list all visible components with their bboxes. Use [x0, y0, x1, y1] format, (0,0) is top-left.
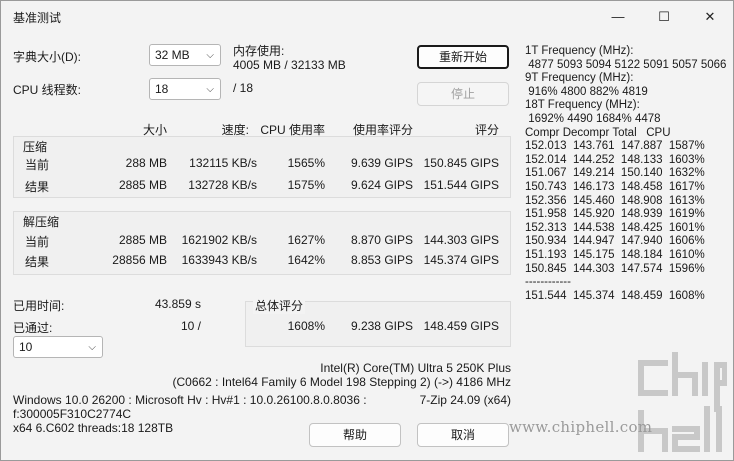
decompress-result-label: 结果 — [25, 255, 50, 269]
frequency-line: Compr Decompr Total CPU — [525, 126, 671, 139]
memory-usage-label: 内存使用: — [233, 44, 285, 58]
frequency-line: 151.067 149.214 150.140 1632% — [525, 167, 705, 180]
frequency-line: 152.013 143.761 147.887 1587% — [525, 140, 705, 153]
cpu-threads-label: CPU 线程数: — [13, 83, 82, 97]
compress-title: 压缩 — [23, 140, 48, 154]
frequency-line: 151.958 145.920 148.939 1619% — [525, 208, 705, 221]
frequency-line: 150.934 144.947 147.940 1606% — [525, 235, 705, 248]
minimize-icon: — — [611, 9, 625, 24]
decompress-result-size: 28856 MB — [112, 253, 167, 267]
decompress-current-usage: 8.870 GIPS — [350, 233, 413, 247]
frequency-line: 9T Frequency (MHz): — [525, 72, 634, 85]
total-usage: 9.238 GIPS — [350, 319, 413, 333]
decompress-current-cpu: 1627% — [287, 233, 325, 247]
chevron-down-icon: ⌵ — [206, 84, 214, 95]
total-cpu: 1608% — [287, 319, 325, 333]
frequency-line: 4877 5093 5094 5122 5091 5057 5066 — [525, 58, 727, 71]
frequency-line: ------------ — [525, 276, 571, 289]
benchmark-window: 基准测试 — ☐ ✕ 字典大小(D): 32 MB ⌵ 内存使用: 4005 M… — [0, 0, 734, 461]
decompress-title: 解压缩 — [23, 215, 60, 229]
compress-current-speed: 132115 KB/s — [189, 156, 257, 170]
decompress-current-rating: 144.303 GIPS — [423, 233, 499, 247]
decompress-result-cpu: 1642% — [287, 253, 325, 267]
compress-current-label: 当前 — [25, 158, 50, 172]
sysinfo-line-3: x64 6.C602 threads:18 128TB — [13, 421, 174, 435]
total-rating: 148.459 GIPS — [423, 319, 499, 333]
decompress-result-usage: 8.853 GIPS — [350, 253, 413, 267]
chiphell-logo — [638, 352, 727, 452]
frequency-line: 152.313 144.538 148.425 1601% — [525, 221, 705, 234]
frequency-line: 151.544 145.374 148.459 1608% — [525, 289, 705, 302]
compress-current-usage: 9.639 GIPS — [350, 156, 413, 170]
compress-current-cpu: 1565% — [287, 156, 325, 170]
frequency-line: 916% 4800 882% 4819 — [525, 85, 648, 98]
version-label: 7-Zip 24.09 (x64) — [419, 393, 511, 407]
frequency-line: 18T Frequency (MHz): — [525, 99, 640, 112]
cancel-button[interactable]: 取消 — [417, 423, 509, 447]
close-icon: ✕ — [704, 8, 716, 24]
passed-value: 10 / — [180, 319, 201, 333]
decompress-current-speed: 1621902 KB/s — [181, 233, 257, 247]
decompress-current-size: 2885 MB — [118, 233, 167, 247]
compress-result-rating: 151.544 GIPS — [423, 178, 499, 192]
dict-size-select[interactable]: 32 MB ⌵ — [149, 44, 221, 66]
elapsed-value: 43.859 s — [154, 297, 201, 311]
frequency-line: 152.356 145.460 148.908 1613% — [525, 194, 705, 207]
compress-result-speed: 132728 KB/s — [188, 178, 257, 192]
compress-result-label: 结果 — [25, 180, 50, 194]
restart-button[interactable]: 重新开始 — [417, 45, 509, 69]
chevron-down-icon: ⌵ — [206, 50, 214, 61]
cpu-threads-value: 18 — [155, 82, 169, 96]
watermark-url: www.chiphell.com — [509, 418, 653, 436]
passed-label: 已通过: — [13, 321, 53, 335]
decompress-result-speed: 1633943 KB/s — [181, 253, 257, 267]
help-button[interactable]: 帮助 — [309, 423, 401, 447]
cpu-name: Intel(R) Core(TM) Ultra 5 250K Plus — [320, 361, 511, 375]
maximize-icon: ☐ — [658, 8, 670, 24]
compress-current-rating: 150.845 GIPS — [423, 156, 499, 170]
cpu-threads-select[interactable]: 18 ⌵ — [149, 78, 221, 100]
total-rating-title: 总体评分 — [253, 297, 306, 314]
frequency-line: 152.014 144.252 148.133 1603% — [525, 153, 705, 166]
frequency-line: 1T Frequency (MHz): — [525, 45, 634, 57]
close-button[interactable]: ✕ — [687, 1, 733, 32]
passes-value: 10 — [19, 340, 33, 354]
sysinfo-line-2: f:300005F310C2774C — [13, 407, 132, 421]
dict-size-value: 32 MB — [155, 48, 190, 62]
decompress-result-rating: 145.374 GIPS — [423, 253, 499, 267]
frequency-line: 150.743 146.173 148.458 1617% — [525, 180, 705, 193]
maximize-button[interactable]: ☐ — [641, 1, 687, 32]
cpu-threads-max: / 18 — [233, 81, 254, 95]
sysinfo-line-1: Windows 10.0 26200 : Microsoft Hv : Hv#1… — [13, 393, 367, 407]
cpu-details: (C0662 : Intel64 Family 6 Model 198 Step… — [172, 375, 511, 389]
compress-current-size: 288 MB — [125, 156, 167, 170]
chevron-down-icon: ⌵ — [88, 342, 96, 353]
minimize-button[interactable]: — — [595, 1, 641, 32]
memory-usage-value: 4005 MB / 32133 MB — [233, 58, 346, 72]
frequency-line: 151.193 145.175 148.184 1610% — [525, 248, 705, 261]
passes-select[interactable]: 10 ⌵ — [13, 336, 103, 358]
compress-result-cpu: 1575% — [287, 178, 325, 192]
dict-size-label: 字典大小(D): — [13, 50, 81, 64]
window-title: 基准测试 — [13, 11, 62, 25]
frequency-line: 1692% 4490 1684% 4478 — [525, 112, 661, 125]
title-bar: 基准测试 — ☐ ✕ — [1, 1, 733, 32]
elapsed-label: 已用时间: — [13, 299, 65, 313]
compress-result-usage: 9.624 GIPS — [350, 178, 413, 192]
decompress-current-label: 当前 — [25, 235, 50, 249]
frequency-line: 150.845 144.303 147.574 1596% — [525, 262, 705, 275]
stop-button[interactable]: 停止 — [417, 82, 509, 106]
compress-result-size: 2885 MB — [118, 178, 167, 192]
frequency-panel: 1T Frequency (MHz): 4877 5093 5094 5122 … — [525, 45, 726, 303]
